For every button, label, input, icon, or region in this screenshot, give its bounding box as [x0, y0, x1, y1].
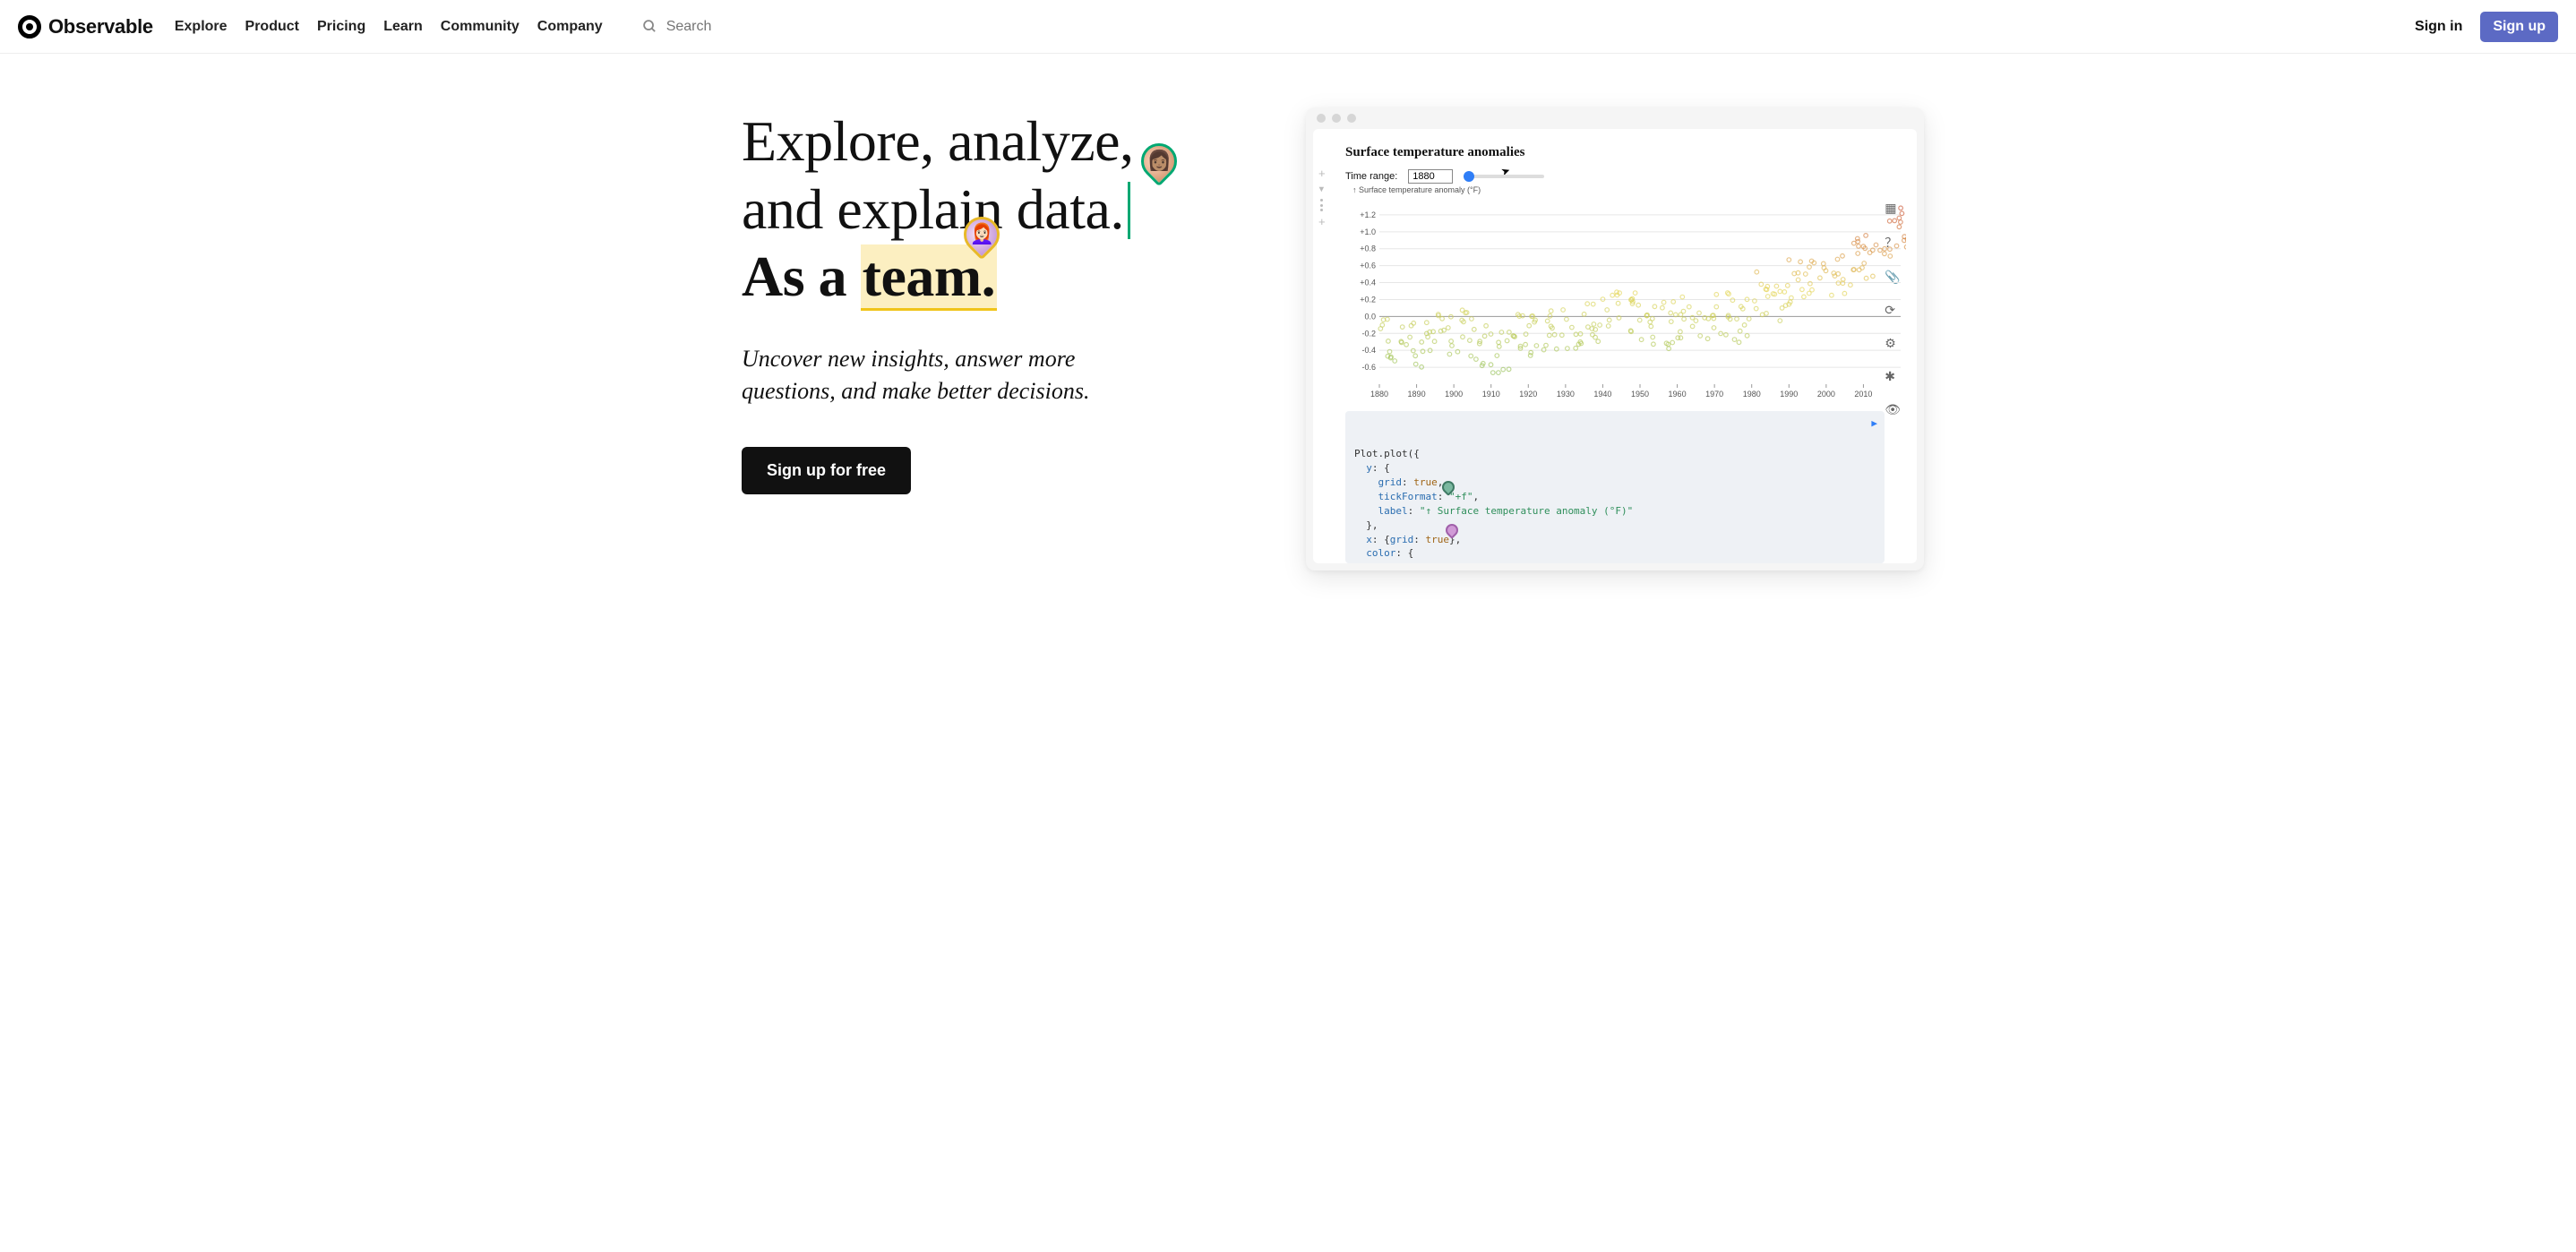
traffic-light-close-icon: [1317, 114, 1326, 123]
svg-text:1930: 1930: [1557, 390, 1575, 399]
svg-text:+1.2: +1.2: [1360, 210, 1376, 219]
code-cell[interactable]: ▶ Plot.plot({ y: { grid: true, tickForma…: [1345, 411, 1885, 563]
svg-text:1880: 1880: [1370, 390, 1388, 399]
hero-section: Explore, analyze, and explain data. As a…: [616, 107, 1960, 642]
svg-text:2000: 2000: [1817, 390, 1835, 399]
run-cell-icon[interactable]: ▶: [1871, 416, 1877, 431]
time-range-control: Time range:: [1345, 169, 1885, 184]
svg-text:-0.4: -0.4: [1361, 346, 1376, 355]
hero-subhead: Uncover new insights, answer more questi…: [742, 343, 1172, 408]
time-range-label: Time range:: [1345, 171, 1397, 182]
time-range-slider[interactable]: [1464, 175, 1544, 178]
svg-text:+0.4: +0.4: [1360, 279, 1376, 287]
svg-text:1920: 1920: [1519, 390, 1537, 399]
search[interactable]: [642, 18, 772, 36]
chart-y-label: ↑ Surface temperature anomaly (°F): [1352, 185, 1481, 194]
primary-nav: Explore Product Pricing Learn Community …: [175, 19, 603, 35]
nav-company[interactable]: Company: [537, 19, 603, 35]
svg-text:+0.8: +0.8: [1360, 244, 1376, 253]
svg-text:0.0: 0.0: [1364, 312, 1376, 321]
add-below-icon[interactable]: +: [1318, 215, 1326, 228]
time-range-input[interactable]: [1408, 169, 1453, 184]
brand-name: Observable: [48, 15, 153, 39]
headline-line-3a: As a: [742, 244, 861, 308]
svg-text:1890: 1890: [1408, 390, 1426, 399]
headline-line-1: Explore, analyze,: [742, 109, 1134, 173]
search-input[interactable]: [665, 18, 772, 36]
nav-pricing[interactable]: Pricing: [317, 19, 365, 35]
nav-community[interactable]: Community: [441, 19, 519, 35]
svg-text:1970: 1970: [1705, 390, 1723, 399]
svg-text:+0.2: +0.2: [1360, 295, 1376, 304]
cell-drag-icon[interactable]: [1320, 199, 1324, 211]
notebook-body: ▦ ？ 📎 ⟳ ⚙ ✱ 👁 Surface temperature anomal…: [1313, 129, 1917, 563]
observable-logo-icon: [18, 15, 41, 39]
traffic-light-max-icon: [1347, 114, 1356, 123]
cell-gutter: + ▸ +: [1318, 167, 1326, 228]
brand-logo[interactable]: Observable: [18, 15, 153, 39]
search-icon: [642, 19, 657, 34]
demo-notebook-window: ▦ ？ 📎 ⟳ ⚙ ✱ 👁 Surface temperature anomal…: [1306, 107, 1924, 570]
nav-auth: Sign in Sign up: [2415, 12, 2558, 42]
svg-text:1950: 1950: [1631, 390, 1649, 399]
top-nav: Observable Explore Product Pricing Learn…: [0, 0, 2576, 54]
svg-text:+0.6: +0.6: [1360, 262, 1376, 270]
sign-in-link[interactable]: Sign in: [2415, 19, 2462, 35]
collab-cursor-icon: [1128, 182, 1130, 239]
svg-text:1980: 1980: [1743, 390, 1761, 399]
svg-text:1900: 1900: [1445, 390, 1463, 399]
code-content: Plot.plot({ y: { grid: true, tickFormat:…: [1354, 448, 1633, 563]
nav-explore[interactable]: Explore: [175, 19, 228, 35]
svg-text:1940: 1940: [1593, 390, 1611, 399]
nav-learn[interactable]: Learn: [383, 19, 423, 35]
svg-text:2010: 2010: [1854, 390, 1872, 399]
svg-text:+1.0: +1.0: [1360, 227, 1376, 236]
traffic-light-min-icon: [1332, 114, 1341, 123]
window-titlebar: [1306, 107, 1924, 129]
svg-text:1910: 1910: [1482, 390, 1500, 399]
svg-text:1990: 1990: [1780, 390, 1798, 399]
cta-sign-up-free-button[interactable]: Sign up for free: [742, 447, 911, 494]
hero-headline: Explore, analyze, and explain data. As a…: [742, 107, 1134, 311]
notebook-title: Surface temperature anomalies: [1345, 145, 1885, 160]
nav-product[interactable]: Product: [245, 19, 299, 35]
add-above-icon[interactable]: +: [1318, 167, 1326, 180]
headline-line-2: and explain data.: [742, 177, 1124, 241]
svg-text:-0.2: -0.2: [1361, 329, 1376, 338]
hero-text-column: Explore, analyze, and explain data. As a…: [652, 107, 1270, 570]
svg-text:-0.6: -0.6: [1361, 363, 1376, 372]
svg-text:1960: 1960: [1669, 390, 1687, 399]
slider-knob-icon[interactable]: [1464, 171, 1474, 182]
anomaly-chart: ↑ Surface temperature anomaly (°F) -0.6-…: [1351, 189, 1885, 404]
sign-up-button[interactable]: Sign up: [2480, 12, 2558, 42]
collapse-icon[interactable]: ▸: [1316, 187, 1327, 193]
visibility-icon[interactable]: 👁: [1885, 402, 1901, 417]
anomaly-chart-svg: -0.6 -0.4 -0.2 0.0 +0.2 +0.4 +0.6 +0.8 +1.0 +1.2 1…: [1351, 189, 1906, 404]
collaborator-avatar-teal: 👩🏽: [1133, 136, 1184, 187]
